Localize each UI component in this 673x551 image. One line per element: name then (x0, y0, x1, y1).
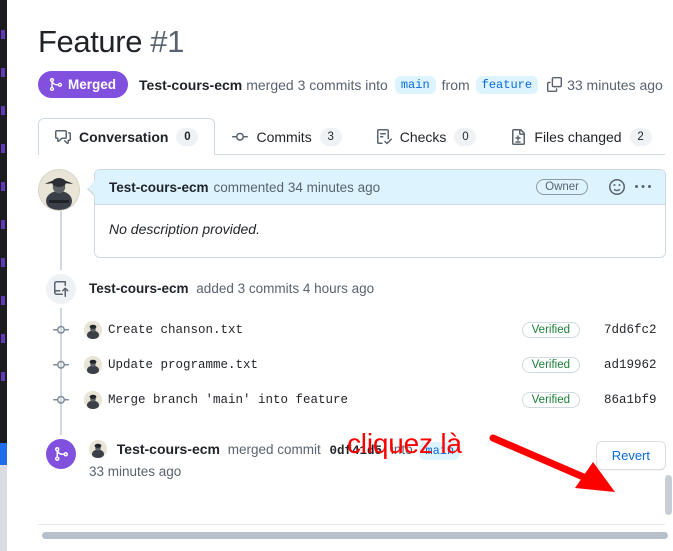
comment-item: Test-cours-ecm commented 34 minutes ago … (38, 169, 666, 258)
git-commit-dot-icon (38, 322, 84, 338)
smiley-icon[interactable] (609, 179, 625, 195)
timeline-event-merged: Test-cours-ecm merged commit 0df41d5 int… (38, 439, 666, 482)
checklist-icon (376, 129, 392, 145)
left-edge-highlight (0, 443, 7, 465)
tab-commits-label: Commits (256, 129, 311, 145)
tab-checks-label: Checks (400, 129, 447, 145)
pr-number: #1 (150, 24, 184, 59)
table-row[interactable]: Merge branch 'main' into feature Verifie… (38, 382, 666, 417)
tab-commits-count: 3 (320, 128, 342, 146)
left-edge-lower (0, 465, 7, 551)
push-event-author[interactable]: Test-cours-ecm (89, 281, 189, 296)
status-badge-owner: Owner (536, 179, 588, 195)
commit-message[interactable]: Update programme.txt (108, 358, 258, 372)
revert-button[interactable]: Revert (596, 441, 666, 470)
tab-checks-count: 0 (454, 128, 476, 146)
push-event-action: added 3 commits 4 hours ago (196, 281, 374, 296)
vertical-scrollbar[interactable] (665, 475, 672, 515)
merged-commit-sha[interactable]: 0df41d5 (330, 444, 383, 458)
horizontal-scrollbar[interactable] (42, 532, 668, 539)
merged-event-action: merged commit (228, 442, 321, 457)
status-badge: Merged (38, 71, 128, 98)
merged-event-time: 33 minutes ago (89, 464, 181, 479)
status-badge-verified[interactable]: Verified (522, 392, 580, 408)
comment-header: Test-cours-ecm commented 34 minutes ago … (95, 170, 665, 205)
comment-body: No description provided. (95, 205, 665, 257)
merge-time: 33 minutes ago (567, 77, 663, 93)
push-event-text: Test-cours-ecm added 3 commits 4 hours a… (89, 279, 374, 300)
head-branch-tag[interactable]: feature (476, 76, 538, 94)
commit-sha[interactable]: 7dd6fc2 (604, 323, 666, 337)
comment-discussion-icon (55, 129, 71, 145)
comment-author[interactable]: Test-cours-ecm (109, 180, 209, 195)
commit-message-cell: Update programme.txt (84, 356, 522, 374)
pr-title-text: Feature (38, 24, 142, 59)
git-commit-icon (232, 129, 248, 145)
page-title: Feature #1 (38, 23, 673, 60)
commit-message-cell: Create chanson.txt (84, 321, 522, 339)
tab-checks[interactable]: Checks 0 (359, 118, 494, 155)
base-branch-tag[interactable]: main (395, 76, 436, 94)
pr-timeline: Test-cours-ecm commented 34 minutes ago … (38, 169, 666, 482)
commit-sha[interactable]: 86a1bf9 (604, 393, 666, 407)
merge-phrase: merged 3 commits into (246, 77, 388, 93)
table-row[interactable]: Update programme.txt Verified ad19962 (38, 347, 666, 382)
merged-event-text: Test-cours-ecm merged commit 0df41d5 int… (89, 439, 463, 482)
avatar (89, 440, 107, 458)
commit-sha[interactable]: ad19962 (604, 358, 666, 372)
kebab-horizontal-icon[interactable] (635, 179, 651, 195)
repo-push-icon (46, 274, 76, 304)
merged-into-label: into (391, 442, 413, 457)
window-left-edge (0, 0, 7, 551)
avatar (84, 391, 102, 409)
tab-conversation-label: Conversation (79, 129, 168, 145)
tab-conversation[interactable]: Conversation 0 (38, 118, 215, 155)
from-label: from (442, 77, 470, 93)
tab-files-changed-label: Files changed (534, 129, 621, 145)
avatar (84, 321, 102, 339)
divider (38, 524, 665, 525)
commit-message[interactable]: Merge branch 'main' into feature (108, 393, 348, 407)
pr-tabs: Conversation 0 Commits 3 Checks 0 (7, 116, 673, 155)
tab-files-changed-count: 2 (630, 128, 652, 146)
avatar (84, 356, 102, 374)
avatar[interactable] (38, 169, 80, 211)
tab-conversation-count: 0 (176, 128, 198, 146)
file-diff-icon (510, 129, 526, 145)
pull-request-page: Feature #1 Merged Test-cours-ecm merged … (7, 0, 673, 551)
copy-icon[interactable] (547, 77, 562, 92)
pr-subheader: Merged Test-cours-ecm merged 3 commits i… (38, 71, 673, 98)
comment-action: commented 34 minutes ago (214, 180, 381, 195)
timeline-event-push: Test-cours-ecm added 3 commits 4 hours a… (38, 274, 666, 304)
tab-files-changed[interactable]: Files changed 2 (493, 118, 668, 155)
pr-author[interactable]: Test-cours-ecm (139, 77, 242, 93)
git-merge-icon (48, 77, 63, 92)
status-badge-verified[interactable]: Verified (522, 357, 580, 373)
merged-event-author[interactable]: Test-cours-ecm (117, 441, 220, 457)
comment-box: Test-cours-ecm commented 34 minutes ago … (94, 169, 666, 258)
merged-branch-tag[interactable]: main (419, 442, 460, 460)
status-badge-verified[interactable]: Verified (522, 322, 580, 338)
git-commit-dot-icon (38, 392, 84, 408)
git-commit-dot-icon (38, 357, 84, 373)
status-badge-label: Merged (68, 77, 116, 92)
commit-list: Create chanson.txt Verified 7dd6fc2 (38, 312, 666, 417)
table-row[interactable]: Create chanson.txt Verified 7dd6fc2 (38, 312, 666, 347)
git-merge-icon (46, 439, 76, 469)
commit-message-cell: Merge branch 'main' into feature (84, 391, 522, 409)
commit-message[interactable]: Create chanson.txt (108, 323, 243, 337)
tab-commits[interactable]: Commits 3 (215, 118, 358, 155)
